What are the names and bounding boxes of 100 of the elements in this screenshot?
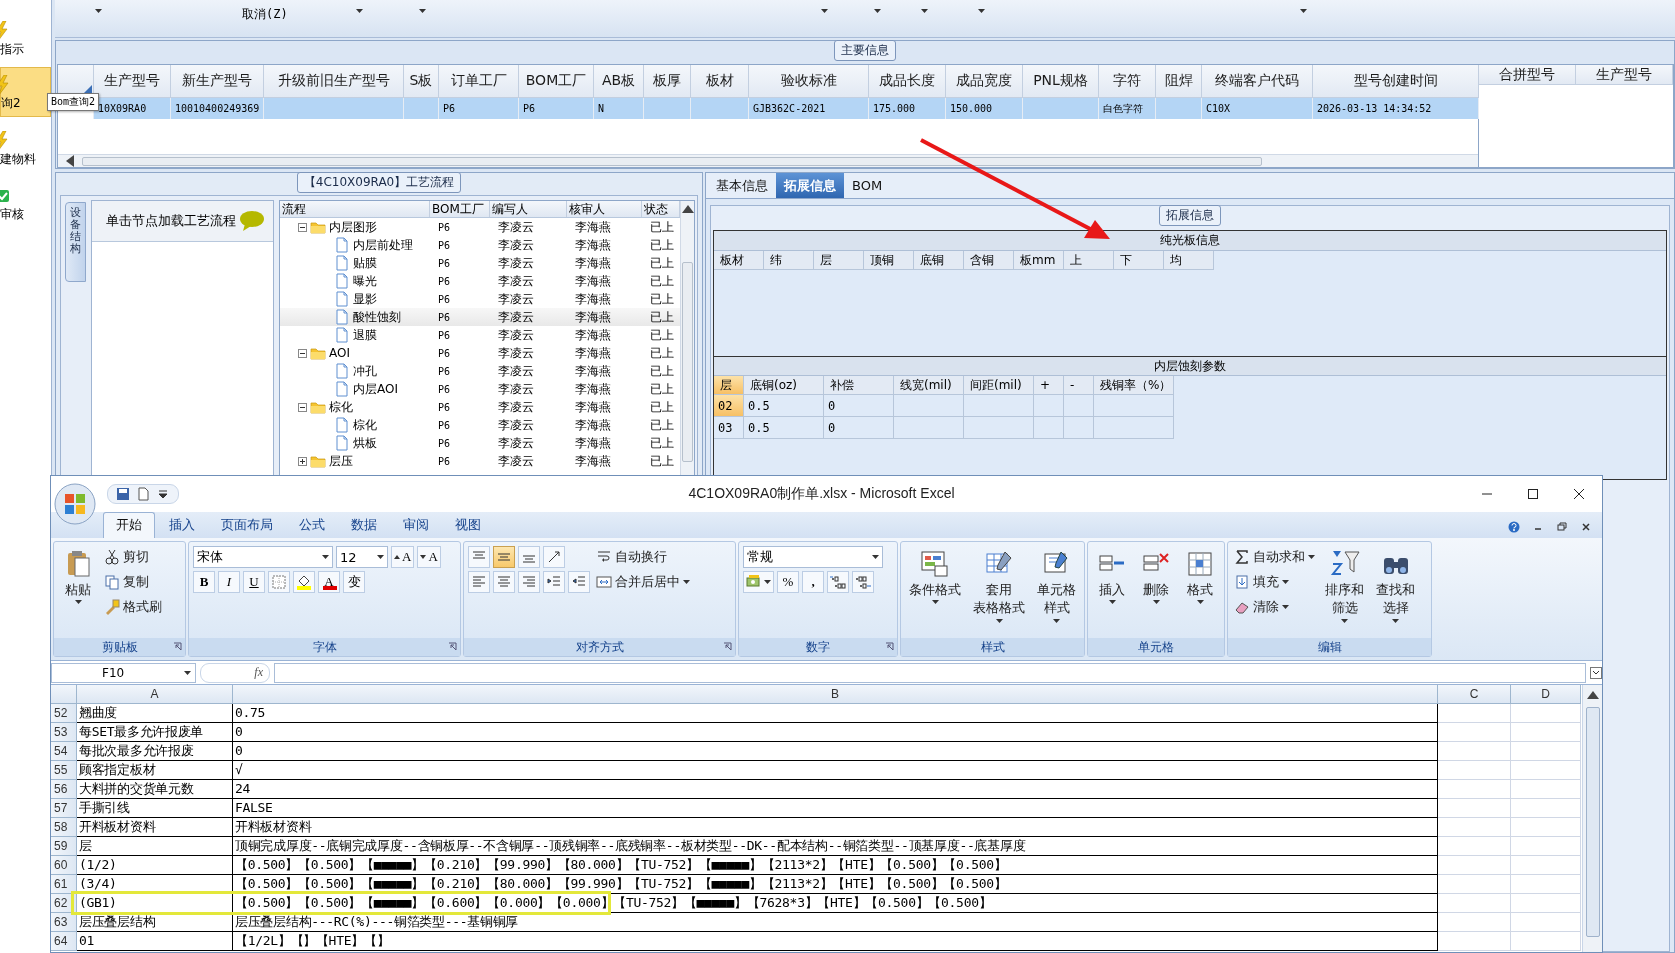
ribbon-button[interactable]: 排序和 筛选 bbox=[1321, 546, 1368, 638]
maximize-icon[interactable] bbox=[1527, 488, 1539, 500]
ribbon-button[interactable]: 自动换行 bbox=[594, 546, 692, 568]
side-tab[interactable]: 设备结构 bbox=[65, 202, 87, 282]
column-header[interactable]: 间距(mil) bbox=[964, 376, 1034, 395]
column-header[interactable]: 板材 bbox=[714, 251, 764, 270]
column-header[interactable]: BOM工厂 bbox=[430, 201, 490, 217]
horizontal-scrollbar[interactable] bbox=[58, 154, 1478, 167]
column-header[interactable]: 订单工厂 bbox=[439, 65, 519, 98]
ribbon-button[interactable]: B bbox=[193, 571, 215, 593]
close-icon[interactable] bbox=[1573, 488, 1585, 500]
ribbon-tab[interactable]: 页面布局 bbox=[209, 513, 285, 538]
ribbon-button[interactable]: U bbox=[243, 571, 265, 593]
dialog-launcher-icon[interactable] bbox=[448, 642, 457, 651]
tree-row[interactable]: 棕化 P6 李凌云 李海燕 已上 bbox=[280, 416, 680, 434]
name-box[interactable]: F10 bbox=[51, 662, 196, 683]
column-header[interactable]: 残铜率（%） bbox=[1094, 376, 1174, 395]
ribbon-button[interactable]: 粘贴 bbox=[58, 546, 98, 638]
toolbar-label[interactable]: 取消(Z) bbox=[242, 6, 288, 23]
column-header[interactable]: 板材 bbox=[691, 65, 749, 98]
sidebar-item[interactable]: 建物料 bbox=[0, 122, 51, 172]
column-header[interactable]: 合拼型号 bbox=[1479, 65, 1576, 85]
row-number[interactable]: 59 bbox=[51, 837, 77, 856]
ribbon-button[interactable]: A bbox=[391, 546, 415, 568]
ribbon-tab[interactable]: 视图 bbox=[443, 513, 493, 538]
tree-row[interactable]: 冲孔 P6 李凌云 李海燕 已上 bbox=[280, 362, 680, 380]
row-number[interactable]: 52 bbox=[51, 704, 77, 723]
column-header[interactable]: S板 bbox=[404, 65, 439, 98]
column-header[interactable]: 升级前旧生产型号 bbox=[264, 65, 404, 98]
ribbon-button[interactable]: 查找和 选择 bbox=[1372, 546, 1419, 638]
collapse-icon[interactable] bbox=[298, 402, 307, 412]
ribbon-tab[interactable]: 审阅 bbox=[391, 513, 441, 538]
tree-row[interactable]: AOI P6 李凌云 李海燕 已上 bbox=[280, 344, 680, 362]
ribbon-button[interactable]: 插入 bbox=[1092, 546, 1132, 638]
column-header[interactable]: 新生产型号 bbox=[171, 65, 264, 98]
tree-row[interactable]: 贴膜 P6 李凌云 李海燕 已上 bbox=[280, 254, 680, 272]
ribbon-button[interactable]: % bbox=[777, 571, 799, 593]
ribbon-button[interactable] bbox=[827, 571, 849, 593]
ribbon-button[interactable]: 清除 bbox=[1232, 596, 1317, 618]
vertical-scrollbar[interactable] bbox=[1582, 685, 1602, 952]
column-header[interactable]: A bbox=[77, 685, 233, 704]
ribbon-button[interactable]: 合并后居中 bbox=[594, 571, 692, 593]
ribbon-tab[interactable]: 公式 bbox=[287, 513, 337, 538]
new-file-icon[interactable] bbox=[136, 487, 150, 501]
ribbon-button[interactable]: I bbox=[218, 571, 240, 593]
column-header[interactable]: 验收标准 bbox=[749, 65, 869, 98]
tree-row[interactable]: 退膜 P6 李凌云 李海燕 已上 bbox=[280, 326, 680, 344]
column-header[interactable]: 均 bbox=[1164, 251, 1214, 270]
ribbon-button[interactable]: 删除 bbox=[1136, 546, 1176, 638]
column-header[interactable]: 含铜 bbox=[964, 251, 1014, 270]
ribbon-button[interactable] bbox=[293, 571, 315, 593]
row-number[interactable]: 58 bbox=[51, 818, 77, 837]
column-header[interactable]: - bbox=[1064, 376, 1094, 395]
column-header[interactable]: 底铜(oz) bbox=[744, 376, 824, 395]
column-header[interactable]: 成品宽度 bbox=[946, 65, 1023, 98]
row-number[interactable]: 64 bbox=[51, 932, 77, 951]
column-header[interactable]: D bbox=[1511, 685, 1581, 704]
row-number[interactable]: 61 bbox=[51, 875, 77, 894]
tree-row[interactable]: 内层图形 P6 李凌云 李海燕 已上 bbox=[280, 218, 680, 236]
ribbon-tab[interactable]: 数据 bbox=[339, 513, 389, 538]
sidebar-item[interactable]: 指示 bbox=[0, 12, 51, 62]
ribbon-button[interactable]: 变 bbox=[343, 571, 365, 593]
column-header[interactable]: 型号创建时间 bbox=[1313, 65, 1479, 98]
ribbon-button[interactable]: 单元格 样式 bbox=[1033, 546, 1080, 638]
close-icon[interactable] bbox=[1580, 521, 1592, 533]
ribbon-button[interactable]: , bbox=[802, 571, 824, 593]
customize-icon[interactable] bbox=[156, 487, 170, 501]
ribbon-tab[interactable]: 开始 bbox=[103, 512, 155, 538]
column-header[interactable]: 底铜 bbox=[914, 251, 964, 270]
expand-icon[interactable] bbox=[1590, 666, 1602, 679]
tree-row[interactable]: 内层前处理 P6 李凌云 李海燕 已上 bbox=[280, 236, 680, 254]
row-number[interactable]: 63 bbox=[51, 913, 77, 932]
insert-function-button[interactable]: fx bbox=[200, 662, 270, 683]
tree-row[interactable]: 显影 P6 李凌云 李海燕 已上 bbox=[280, 290, 680, 308]
column-header[interactable]: 字符 bbox=[1099, 65, 1156, 98]
column-header[interactable]: 终端客户代码 bbox=[1202, 65, 1313, 98]
tree-row[interactable]: 棕化 P6 李凌云 李海燕 已上 bbox=[280, 398, 680, 416]
column-header[interactable]: 核审人 bbox=[567, 201, 642, 217]
row-number[interactable]: 55 bbox=[51, 761, 77, 780]
tree-row[interactable]: 内层AOI P6 李凌云 李海燕 已上 bbox=[280, 380, 680, 398]
tree-row[interactable]: 酸性蚀刻 P6 李凌云 李海燕 已上 bbox=[280, 308, 680, 326]
row-number[interactable]: 57 bbox=[51, 799, 77, 818]
ribbon-button[interactable]: 复制 bbox=[102, 571, 164, 593]
tab[interactable]: 基本信息 bbox=[708, 173, 776, 198]
row-number[interactable]: 56 bbox=[51, 780, 77, 799]
dialog-launcher-icon[interactable] bbox=[885, 642, 894, 651]
font-field[interactable]: 宋体 bbox=[193, 546, 333, 568]
row-number[interactable]: 60 bbox=[51, 856, 77, 875]
ribbon-button[interactable]: 套用 表格格式 bbox=[969, 546, 1029, 638]
ribbon-tab[interactable]: 插入 bbox=[157, 513, 207, 538]
column-header[interactable]: 下 bbox=[1114, 251, 1164, 270]
restore-icon[interactable] bbox=[1556, 521, 1568, 533]
column-header[interactable]: 上 bbox=[1064, 251, 1114, 270]
column-header[interactable]: 流程 bbox=[280, 201, 430, 217]
column-header[interactable]: 板厚 bbox=[644, 65, 691, 98]
tab[interactable]: 拓展信息 bbox=[776, 173, 844, 198]
collapse-icon[interactable] bbox=[298, 222, 307, 232]
column-header[interactable]: 生产型号 bbox=[1576, 65, 1673, 85]
dialog-launcher-icon[interactable] bbox=[723, 642, 732, 651]
tree-row[interactable]: 层压 P6 李凌云 李海燕 已上 bbox=[280, 452, 680, 470]
